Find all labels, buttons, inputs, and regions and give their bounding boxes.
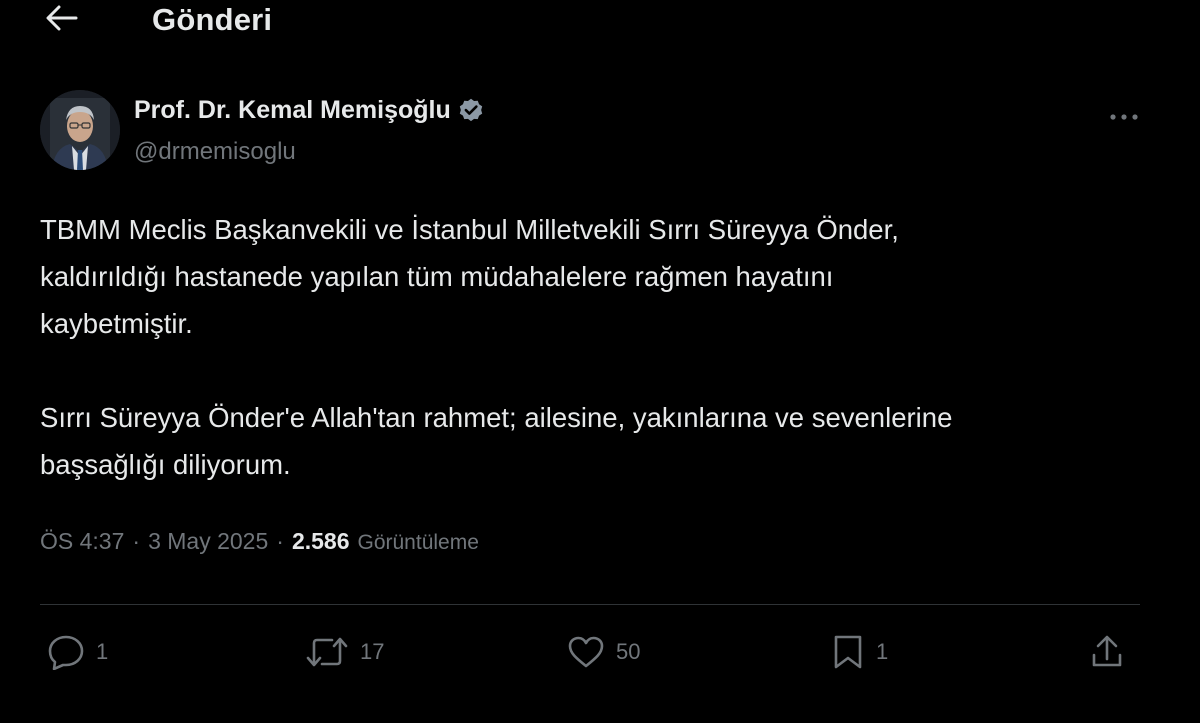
heart-icon (566, 634, 606, 670)
views-count: 2.586 (291, 528, 350, 554)
like-count: 50 (616, 639, 641, 664)
avatar[interactable] (40, 90, 120, 170)
post-time[interactable]: ÖS 4:37 (40, 528, 124, 555)
post-text: TBMM Meclis Başkanvekili ve İstanbul Mil… (40, 214, 953, 480)
arrow-left-icon (45, 5, 79, 31)
top-bar: Gönderi (0, 0, 1200, 40)
repost-button[interactable]: 17 (304, 622, 384, 682)
verified-badge-icon (457, 97, 485, 125)
meta-separator: · (132, 528, 141, 554)
author-name-text: Prof. Dr. Kemal Memişoğlu (134, 96, 451, 124)
repost-icon (304, 634, 350, 670)
author-handle[interactable]: @drmemisoglu (134, 138, 296, 166)
share-button[interactable] (1088, 622, 1126, 682)
bookmark-button[interactable]: 1 (830, 622, 888, 682)
share-icon (1088, 633, 1126, 671)
reply-icon (46, 634, 86, 670)
bookmark-count: 1 (876, 639, 889, 664)
page-title: Gönderi (152, 2, 273, 37)
divider (40, 604, 1140, 605)
reply-count: 1 (96, 639, 109, 664)
meta-separator: · (276, 528, 284, 554)
more-dots-icon (1109, 113, 1139, 121)
author-name[interactable]: Prof. Dr. Kemal Memişoğlu (134, 96, 485, 125)
post-meta: ÖS 4:37 · 3 May 2025 · 2.586 Görüntüleme (40, 528, 479, 555)
reply-button[interactable]: 1 (46, 622, 108, 682)
post-date[interactable]: 3 May 2025 (148, 528, 268, 555)
like-button[interactable]: 50 (566, 622, 640, 682)
repost-count: 17 (360, 639, 385, 664)
action-bar: 1 17 50 1 (0, 622, 1200, 682)
more-options-button[interactable] (1104, 104, 1144, 130)
back-button[interactable] (40, 0, 84, 36)
views-label: Görüntüleme (357, 531, 479, 554)
bookmark-icon (830, 633, 866, 671)
